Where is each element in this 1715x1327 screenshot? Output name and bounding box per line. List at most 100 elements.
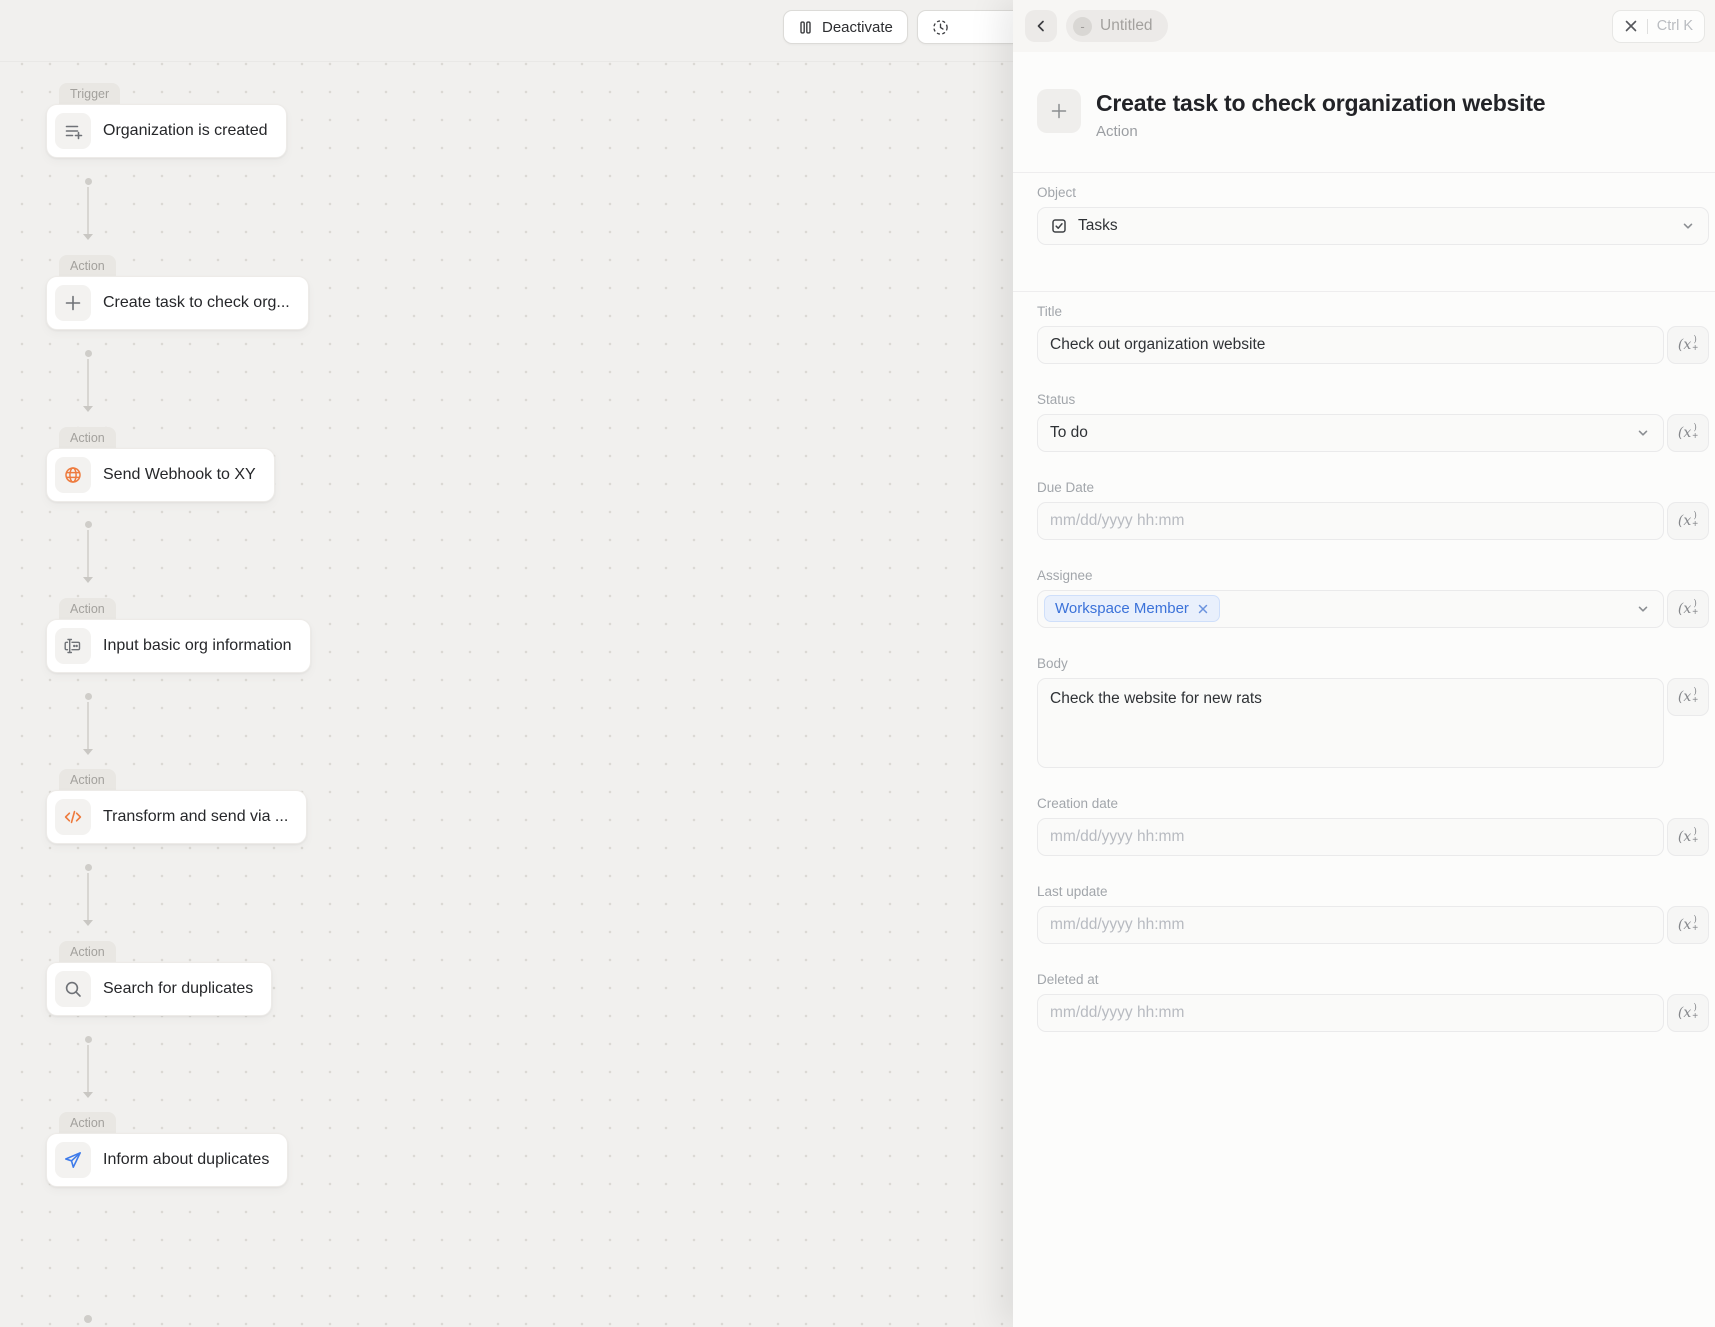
insert-variable-button[interactable]: (x )+ [1667,678,1709,716]
creation-date-input[interactable] [1037,818,1664,856]
object-select[interactable]: Tasks [1037,207,1709,245]
node-label: Inform about duplicates [103,1151,269,1169]
connector-start-dot [84,1315,92,1323]
insert-variable-button[interactable]: (x )+ [1667,590,1709,628]
insert-variable-button[interactable]: (x )+ [1667,818,1709,856]
node-card-inform-duplicates[interactable]: Inform about duplicates [46,1133,288,1187]
body-label: Body [1037,656,1709,671]
workflow-node: Action Input basic org information [46,598,311,673]
last-update-label: Last update [1037,884,1709,899]
code-icon [55,799,91,835]
status-select[interactable]: To do [1037,414,1664,452]
variable-plus: + [1692,837,1698,844]
connector-arrow [81,178,95,240]
last-update-row: Last update (x )+ [1037,884,1709,944]
chevron-left-icon [1033,18,1049,34]
send-icon [55,1142,91,1178]
globe-icon [55,457,91,493]
variable-icon: (x [1678,1005,1691,1021]
node-label: Search for duplicates [103,980,253,998]
panel-header: Create task to check organization websit… [1013,52,1715,140]
variable-plus: + [1692,521,1698,528]
node-label: Create task to check org... [103,294,290,312]
assignee-select[interactable]: Workspace Member [1037,590,1664,628]
node-card-transform[interactable]: Transform and send via ... [46,790,307,844]
body-row: Body Check the website for new rats (x )… [1037,656,1709,768]
assignee-chip-label: Workspace Member [1055,600,1189,617]
object-value: Tasks [1078,217,1118,235]
back-button[interactable] [1025,10,1057,42]
status-value: To do [1050,424,1088,442]
due-date-row: Due Date (x )+ [1037,480,1709,540]
workflow-node: Action Inform about duplicates [46,1112,288,1187]
remove-assignee-icon[interactable] [1197,603,1209,615]
input-field-icon [55,628,91,664]
chevron-down-icon [1680,218,1696,234]
close-icon [1624,19,1638,33]
variable-icon: (x [1678,601,1691,617]
due-date-input[interactable] [1037,502,1664,540]
variable-plus: + [1692,1013,1698,1020]
variable-icon: (x [1678,917,1691,933]
creation-date-label: Creation date [1037,796,1709,811]
close-panel-button[interactable]: Ctrl K [1612,10,1705,43]
insert-variable-button[interactable]: (x )+ [1667,414,1709,452]
variable-icon: (x [1678,337,1691,353]
variable-plus: + [1692,609,1698,616]
playlist-add-icon [55,113,91,149]
workflow-node: Trigger Organization is created [46,83,287,158]
node-card-create-task[interactable]: Create task to check org... [46,276,309,330]
workflow-name-pill[interactable]: - Untitled [1066,10,1168,42]
workflow-name: Untitled [1100,17,1153,35]
insert-variable-button[interactable]: (x )+ [1667,326,1709,364]
insert-variable-button[interactable]: (x )+ [1667,994,1709,1032]
deleted-at-input[interactable] [1037,994,1664,1032]
body-textarea[interactable]: Check the website for new rats [1037,678,1664,768]
assignee-chip[interactable]: Workspace Member [1044,595,1220,622]
last-update-input[interactable] [1037,906,1664,944]
variable-plus: + [1692,433,1698,440]
connector-arrow [81,350,95,412]
insert-variable-button[interactable]: (x )+ [1667,906,1709,944]
node-card-webhook[interactable]: Send Webhook to XY [46,448,275,502]
task-checkbox-icon [1050,217,1068,235]
panel-subtitle: Action [1096,123,1545,140]
deleted-at-label: Deleted at [1037,972,1709,987]
variable-plus: + [1692,345,1698,352]
workflow-node: Action Search for duplicates [46,941,272,1016]
deleted-at-row: Deleted at (x )+ [1037,972,1709,1032]
workflow-node: Action Create task to check org... [46,255,309,330]
shortcut-divider [1647,19,1648,34]
status-dash-icon: - [1073,17,1092,36]
panel-title: Create task to check organization websit… [1096,89,1545,118]
insert-variable-button[interactable]: (x )+ [1667,502,1709,540]
node-label: Organization is created [103,122,268,140]
node-card-trigger[interactable]: Organization is created [46,104,287,158]
clock-dashed-icon [932,19,949,36]
deactivate-button[interactable]: Deactivate [783,10,908,44]
plus-icon [55,285,91,321]
chevron-down-icon [1635,601,1651,617]
fields-section: Title (x )+ Status To do [1013,292,1715,1032]
deactivate-label: Deactivate [822,19,893,36]
node-card-input-info[interactable]: Input basic org information [46,619,311,673]
title-label: Title [1037,304,1709,319]
connector-arrow [81,1036,95,1098]
title-input[interactable] [1037,326,1664,364]
connector-arrow [81,693,95,755]
workflow-node: Action Transform and send via ... [46,769,307,844]
variable-icon: (x [1678,513,1691,529]
variable-icon: (x [1678,829,1691,845]
status-row: Status To do (x )+ [1037,392,1709,452]
config-panel: - Untitled Ctrl K Create task to check o… [1013,0,1715,1327]
plus-icon [1037,89,1081,133]
panel-top-bar: - Untitled Ctrl K [1013,0,1715,52]
variable-plus: + [1692,925,1698,932]
connector-arrow [81,864,95,926]
variable-plus: + [1692,697,1698,704]
workflow-node: Action Send Webhook to XY [46,427,275,502]
assignee-row: Assignee Workspace Member [1037,568,1709,628]
variable-icon: (x [1678,425,1691,441]
pause-icon [798,20,813,35]
node-card-search-duplicates[interactable]: Search for duplicates [46,962,272,1016]
